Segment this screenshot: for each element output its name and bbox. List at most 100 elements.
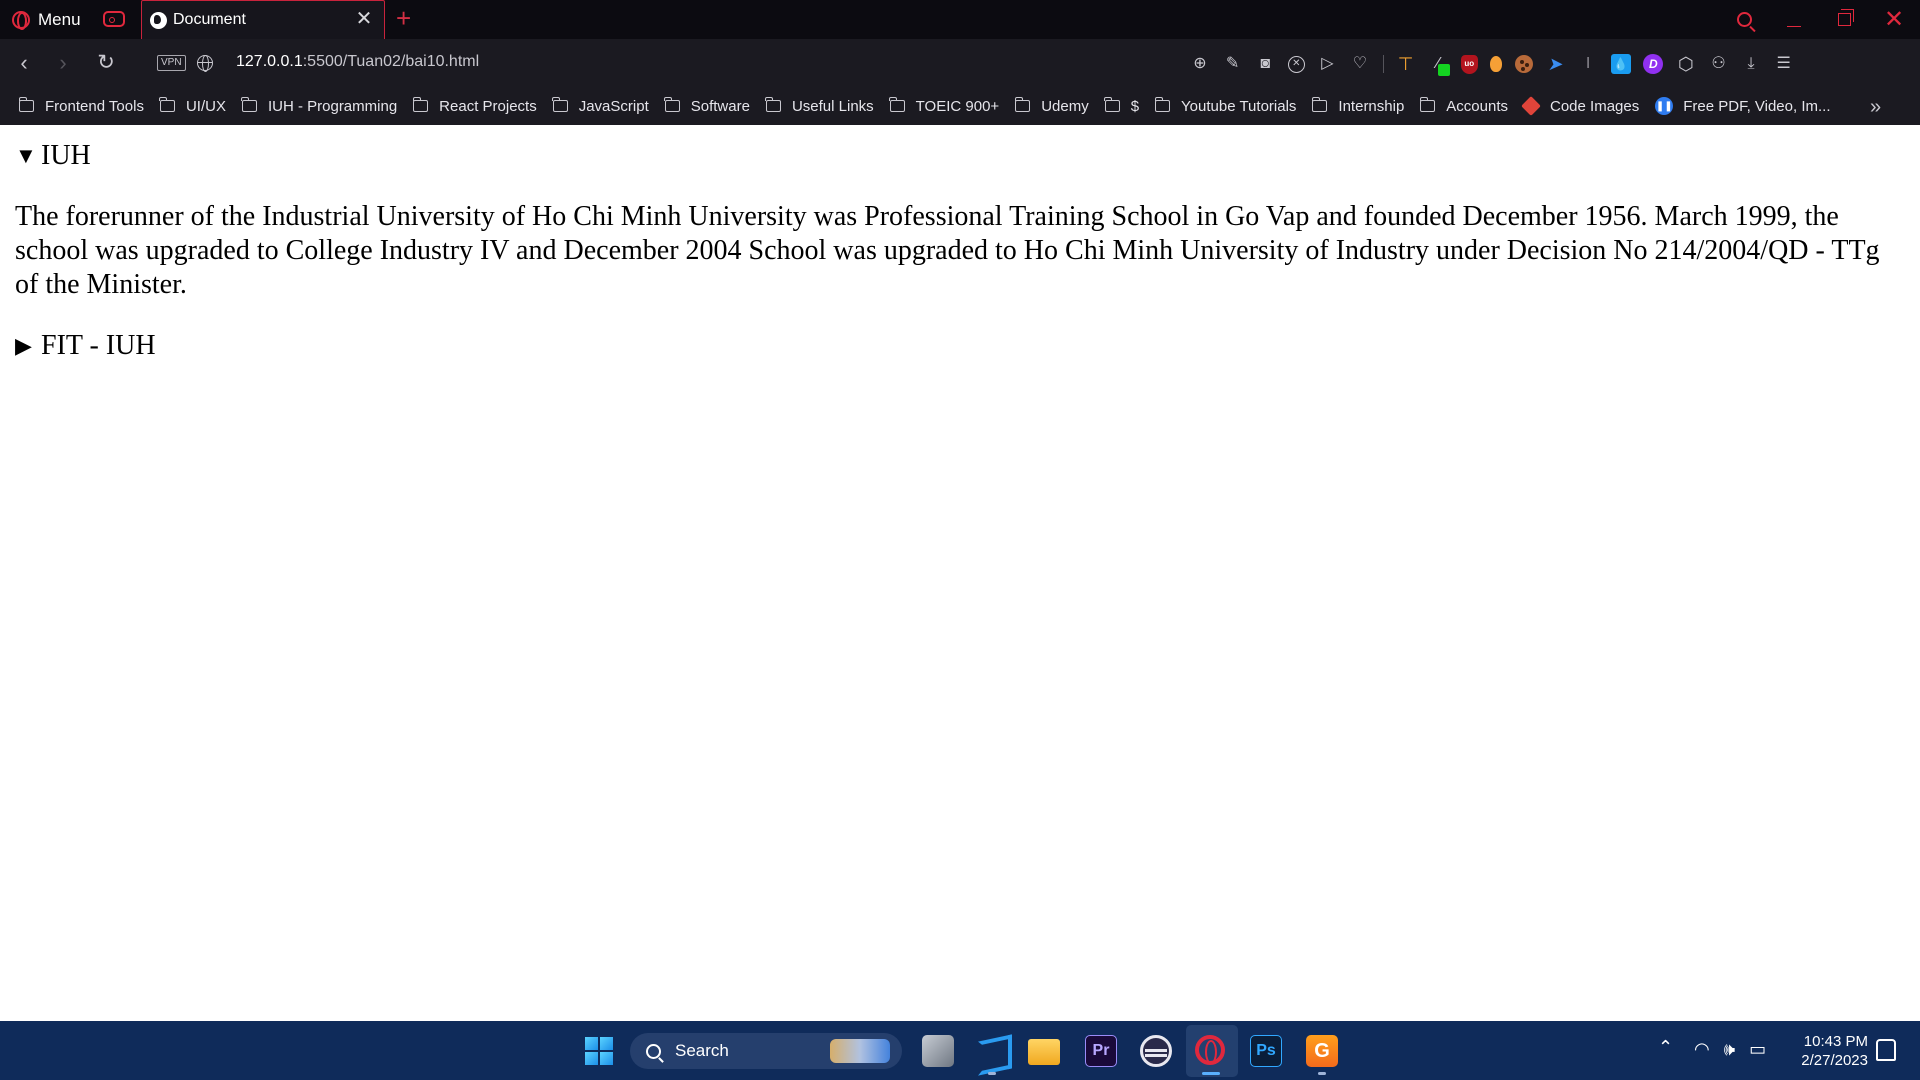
bookmark-javascript[interactable]: JavaScript (552, 97, 649, 115)
clock-date: 2/27/2023 (1801, 1052, 1868, 1069)
forward-button[interactable]: › (49, 49, 77, 77)
site-info-icon[interactable] (197, 55, 213, 72)
minimize-icon (1787, 25, 1801, 28)
search-icon (646, 1043, 661, 1059)
bookmark-iuh-programming[interactable]: IUH - Programming (241, 97, 398, 115)
window-close-button[interactable]: ✕ (1870, 0, 1918, 39)
bookmark-accounts[interactable]: Accounts (1419, 97, 1508, 115)
opera-logo-icon (12, 10, 30, 30)
bookmark-label: Software (690, 97, 750, 115)
task-view-icon[interactable] (922, 1035, 954, 1067)
pdf-app-icon[interactable]: G (1306, 1035, 1338, 1067)
bookmarks-more-chevron-icon[interactable]: » (1870, 96, 1881, 119)
running-indicator (1318, 1072, 1326, 1075)
text-cursor-icon[interactable]: I (1578, 54, 1598, 74)
folder-icon (412, 97, 429, 112)
reload-button[interactable]: ↻ (92, 49, 120, 77)
clock-time: 10:43 PM (1803, 1033, 1868, 1050)
bookmark-software[interactable]: Software (664, 97, 750, 115)
bookmark-internship[interactable]: Internship (1311, 97, 1404, 115)
extension-egg-icon[interactable] (1490, 56, 1503, 72)
collapsed-triangle-icon: ▶ (15, 333, 32, 358)
folder-icon (1311, 97, 1328, 112)
send-icon[interactable]: ▷ (1317, 54, 1337, 74)
cookie-icon[interactable] (1514, 55, 1533, 73)
active-indicator (1202, 1072, 1220, 1075)
new-tab-button[interactable]: + (396, 4, 411, 32)
folder-icon (241, 97, 257, 112)
menu-label: Menu (38, 9, 81, 29)
bookmark-toeic[interactable]: TOEIC 900+ (889, 97, 999, 115)
bookmark-dollar[interactable]: $ (1104, 97, 1140, 115)
toolbar-divider (1382, 55, 1384, 73)
camera-icon[interactable]: ◙ (1255, 54, 1275, 74)
cube-icon[interactable]: ⬡ (1676, 54, 1696, 74)
premiere-pro-icon[interactable]: Pr (1085, 1035, 1117, 1067)
edit-icon[interactable]: ✎ (1223, 54, 1243, 74)
back-button[interactable]: ‹ (10, 49, 38, 77)
address-bar: ‹ › ↻ VPN 127.0.0.1:5500/Tuan02/bai10.ht… (0, 39, 1920, 87)
pdf-tools-icon: ❚❚ (1655, 97, 1674, 115)
opera-menu-button[interactable]: Menu (0, 0, 90, 39)
details-summary-fit-iuh[interactable]: ▶ FIT - IUH (15, 330, 1905, 362)
taskbar-search-label: Search (675, 1041, 729, 1060)
search-highlight-art (830, 1039, 890, 1063)
taskbar-clock[interactable]: 10:43 PM 2/27/2023 (1790, 1032, 1868, 1070)
restore-button[interactable] (1820, 0, 1868, 39)
url-field[interactable]: 127.0.0.1:5500/Tuan02/bai10.html (236, 53, 479, 71)
eclipse-icon[interactable] (1140, 1035, 1172, 1067)
vscode-icon[interactable] (976, 1035, 1008, 1067)
extension-arrow-icon[interactable]: ➤ (1544, 54, 1568, 74)
url-path: :5500/Tuan02/bai10.html (302, 53, 480, 70)
heart-icon[interactable]: ♡ (1350, 54, 1370, 74)
details-summary-iuh[interactable]: ▼ IUH (15, 140, 1905, 172)
minimize-button[interactable] (1770, 0, 1818, 39)
bookmark-label: IUH - Programming (267, 97, 398, 115)
volume-icon[interactable]: 🕪 (1724, 1039, 1735, 1060)
summary-label: FIT - IUH (41, 330, 156, 361)
file-explorer-icon[interactable] (1028, 1039, 1060, 1065)
chevron-up-icon[interactable]: ⌃ (1658, 1037, 1673, 1058)
vpn-badge[interactable]: VPN (157, 55, 186, 71)
bookmark-useful-links[interactable]: Useful Links (765, 97, 874, 115)
block-icon[interactable]: ✕ (1287, 55, 1305, 73)
wifi-icon[interactable]: ◠ (1694, 1039, 1710, 1060)
bookmark-ui-ux[interactable]: UI/UX (159, 97, 226, 115)
search-tabs-button[interactable] (1720, 0, 1768, 39)
ublock-icon[interactable]: uo (1460, 54, 1478, 74)
tab-close-icon[interactable]: ✕ (354, 9, 374, 29)
zoom-icon[interactable]: ⊕ (1190, 54, 1210, 74)
extension-green-icon[interactable]: ⁄ (1428, 54, 1451, 76)
opera-gx-icon[interactable] (1195, 1035, 1225, 1065)
bookmark-frontend-tools[interactable]: Frontend Tools (18, 97, 144, 115)
battery-icon[interactable]: ▭ (1749, 1039, 1766, 1060)
bookmark-label: Udemy (1041, 97, 1089, 115)
gx-control-icon[interactable] (103, 11, 125, 27)
bookmark-udemy[interactable]: Udemy (1014, 97, 1089, 115)
folder-icon (664, 97, 680, 112)
running-indicator (988, 1072, 996, 1075)
bookmark-free-pdf[interactable]: ❚❚ Free PDF, Video, Im... (1655, 97, 1831, 115)
droplet-icon[interactable]: 💧 (1610, 54, 1631, 74)
page-content: ▼ IUH The forerunner of the Industrial U… (15, 126, 1905, 362)
windows-start-icon[interactable] (585, 1037, 613, 1065)
bookmark-label: $ (1130, 97, 1140, 115)
details-content-iuh: The forerunner of the Industrial Univers… (15, 201, 1880, 300)
bookmark-code-images[interactable]: Code Images (1521, 96, 1639, 116)
account-icon[interactable]: ⚇ (1709, 54, 1729, 74)
taskbar-search[interactable]: Search (630, 1033, 902, 1069)
restore-icon (1837, 9, 1854, 26)
notification-bell-icon[interactable] (1876, 1039, 1896, 1061)
extension-pin-icon[interactable]: ⊤ (1396, 54, 1416, 74)
bookmarks-bar: Frontend Tools UI/UX IUH - Programming R… (0, 87, 1920, 125)
photoshop-icon[interactable]: Ps (1250, 1035, 1282, 1067)
easy-setup-icon[interactable]: ☰ (1774, 54, 1794, 74)
tab-document[interactable]: Document ✕ (141, 0, 385, 39)
folder-icon (1104, 97, 1120, 112)
bookmark-react-projects[interactable]: React Projects (412, 97, 537, 115)
download-icon[interactable]: ⤓ (1741, 54, 1761, 74)
site-globe-icon (150, 11, 167, 29)
folder-icon (18, 97, 34, 112)
extension-d-icon[interactable]: D (1643, 54, 1664, 74)
bookmark-youtube-tutorials[interactable]: Youtube Tutorials (1154, 97, 1296, 115)
